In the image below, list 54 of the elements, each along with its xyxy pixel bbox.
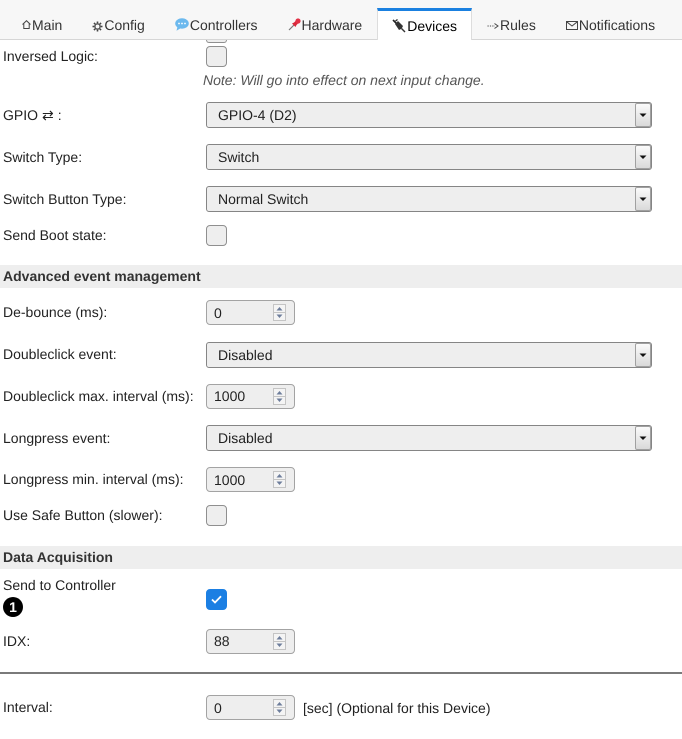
checkbox[interactable] bbox=[206, 40, 227, 43]
spinner-arrows-icon bbox=[273, 388, 286, 405]
arrow-icon bbox=[487, 22, 500, 30]
number-field[interactable]: 0 bbox=[206, 300, 295, 326]
tab[interactable]: Notifications bbox=[550, 7, 670, 39]
field-label: De-bounce (ms): bbox=[3, 304, 108, 320]
house-icon bbox=[22, 20, 31, 29]
field-label: IDX: bbox=[3, 632, 30, 649]
field-label: Switch Button Type: bbox=[3, 190, 126, 206]
pushpin-icon bbox=[288, 18, 301, 31]
field-label: Inversed Logic: bbox=[3, 48, 98, 64]
dropdown[interactable]: GPIO-4 (D2) bbox=[206, 102, 652, 128]
field-label: Switch Type: bbox=[3, 148, 82, 164]
note-text: Note: Will go into effect on next input change. bbox=[203, 72, 485, 88]
number-field[interactable]: 1000 bbox=[206, 467, 295, 492]
gear-icon bbox=[92, 20, 104, 32]
field-label: Send Boot state: bbox=[3, 226, 107, 242]
spinner-arrows-icon bbox=[273, 471, 286, 488]
tab[interactable]: Config bbox=[77, 7, 160, 39]
plug-icon bbox=[392, 18, 406, 32]
dropdown[interactable]: Disabled bbox=[206, 342, 652, 368]
field-label: Doubleclick event: bbox=[3, 346, 117, 362]
field-label: Interval: bbox=[3, 699, 53, 716]
field-label: Longpress event: bbox=[3, 430, 110, 446]
spinner-arrows-icon bbox=[273, 699, 286, 716]
checkbox[interactable] bbox=[206, 224, 227, 246]
number-field[interactable]: 1000 bbox=[206, 384, 295, 409]
spinner-arrows-icon bbox=[273, 632, 286, 650]
tab[interactable]: Hardware bbox=[272, 7, 378, 39]
number-field[interactable]: 0 bbox=[206, 695, 295, 720]
tab[interactable]: Rules bbox=[472, 7, 551, 39]
checkbox[interactable] bbox=[206, 46, 227, 67]
tab[interactable]: Controllers bbox=[160, 7, 273, 39]
number-field[interactable]: 88 bbox=[206, 628, 295, 654]
dropdown[interactable]: Normal Switch bbox=[206, 186, 652, 212]
dropdown[interactable]: Disabled bbox=[206, 425, 652, 451]
section-header: Advanced event management bbox=[0, 265, 682, 288]
number-badge: 1 bbox=[3, 596, 23, 616]
spinner-arrows-icon bbox=[273, 304, 286, 322]
field-label: Send to Controller bbox=[3, 576, 116, 592]
tab[interactable]: Devices bbox=[377, 8, 472, 40]
tab[interactable]: Main bbox=[7, 7, 78, 39]
dropdown[interactable]: Switch bbox=[206, 144, 652, 170]
speech-bubble-icon bbox=[174, 18, 189, 31]
unit-note: [sec] (Optional for this Device) bbox=[303, 700, 491, 716]
field-label: GPIO ⇄ : bbox=[3, 106, 62, 122]
field-label: Doubleclick max. interval (ms): bbox=[3, 388, 194, 404]
field-label: Longpress min. interval (ms): bbox=[3, 471, 184, 488]
envelope-icon bbox=[566, 21, 578, 30]
section-header: Data Acquisition bbox=[0, 546, 682, 568]
checkbox[interactable] bbox=[206, 505, 227, 526]
checkmark-icon bbox=[211, 594, 222, 604]
field-label: Use Safe Button (slower): bbox=[3, 507, 163, 523]
checkbox[interactable] bbox=[206, 588, 227, 610]
